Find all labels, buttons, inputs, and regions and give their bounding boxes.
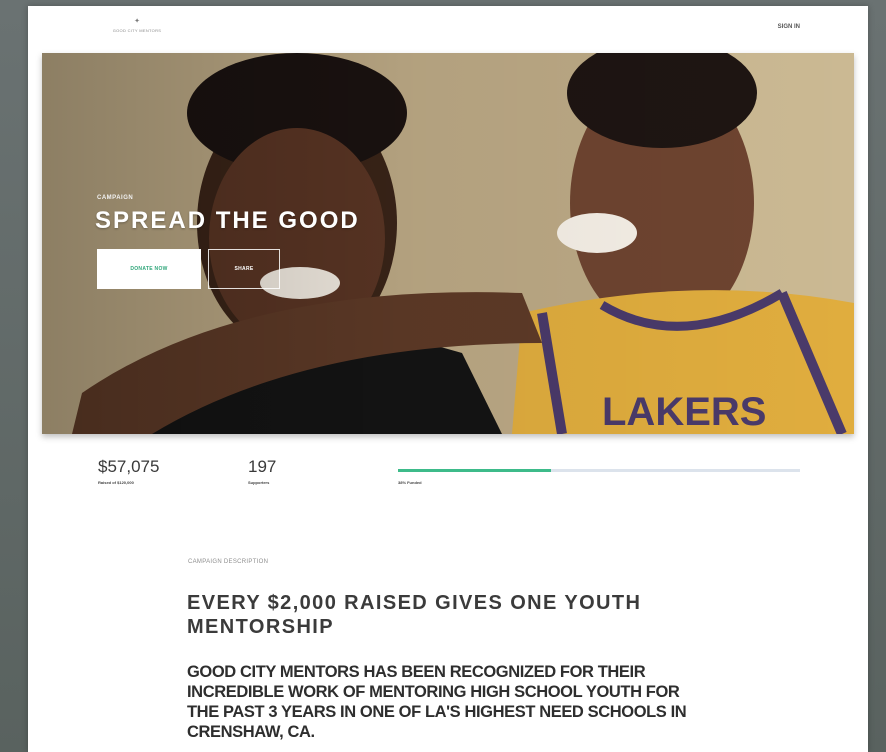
funding-progress-label: 38% Funded: [398, 480, 422, 485]
funding-progress-bar: [398, 469, 800, 472]
share-button[interactable]: SHARE: [208, 249, 280, 289]
supporters-count: 197: [248, 457, 277, 476]
description-body: GOOD CITY MENTORS HAS BEEN RECOGNIZED FO…: [187, 663, 687, 741]
donate-now-button[interactable]: DONATE NOW: [97, 249, 201, 289]
sign-in-link[interactable]: SIGN IN: [778, 24, 800, 30]
logo-wordmark: GOOD CITY MENTORS: [112, 28, 162, 33]
amount-raised-label: Raised of $120,000: [98, 480, 134, 485]
hero-title: SPREAD THE GOOD: [95, 207, 360, 234]
logo-mark-icon: ✦: [134, 18, 140, 25]
description-kicker: CAMPAIGN DESCRIPTION: [188, 559, 269, 565]
site-header: ✦ GOOD CITY MENTORS SIGN IN: [28, 6, 868, 52]
amount-raised: $57,075: [98, 457, 160, 476]
site-logo[interactable]: ✦ GOOD CITY MENTORS: [102, 18, 172, 40]
campaign-page: ✦ GOOD CITY MENTORS SIGN IN CAMPAIGN SPR…: [28, 6, 868, 752]
hero-banner: LAKERS CAMPAIGN SPREAD THE GOOD DONATE N…: [42, 53, 854, 434]
supporters-label: Supporters: [248, 480, 270, 485]
description-heading: EVERY $2,000 RAISED GIVES ONE YOUTH MENT…: [187, 592, 642, 638]
hero-overlay: [42, 53, 854, 434]
hero-kicker: CAMPAIGN: [97, 195, 134, 201]
funding-progress-fill: [398, 469, 551, 472]
